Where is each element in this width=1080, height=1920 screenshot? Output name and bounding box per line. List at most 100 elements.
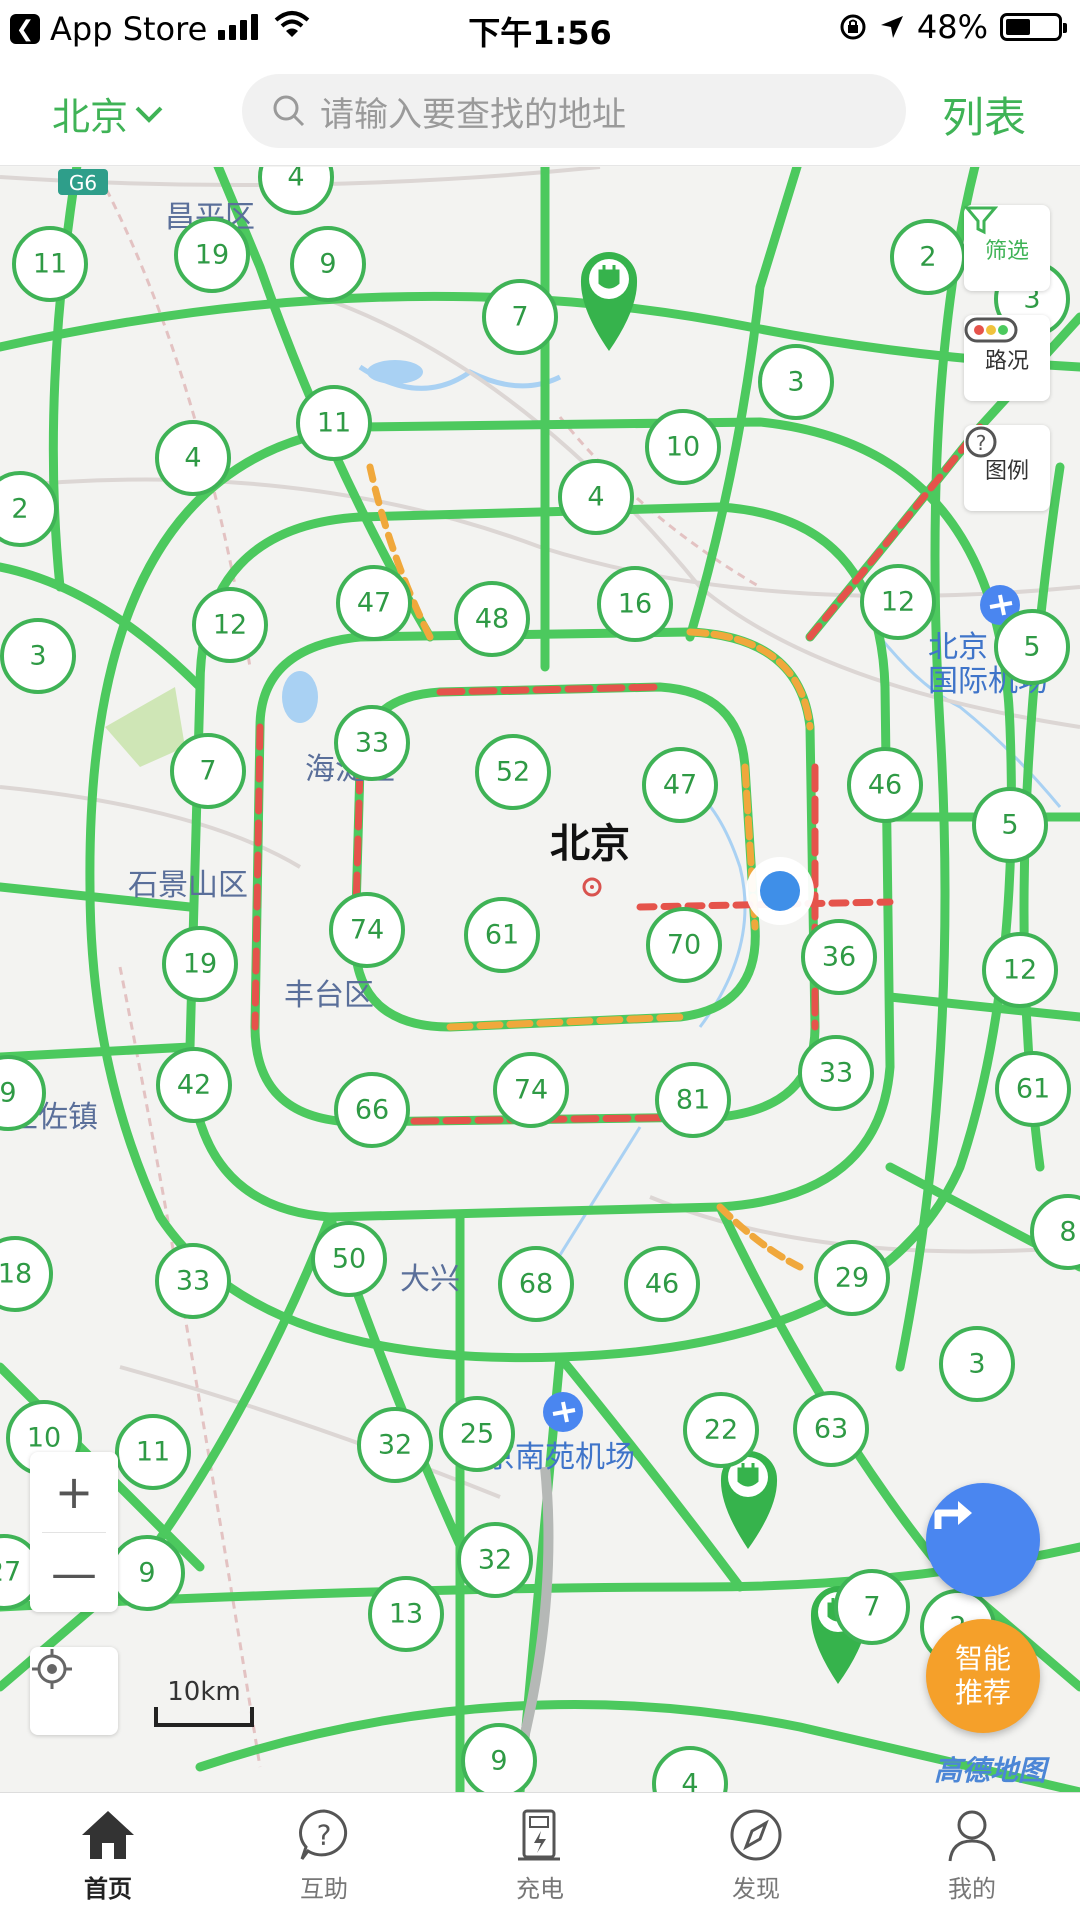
- charger-cluster-marker[interactable]: 33: [334, 705, 410, 781]
- charger-cluster-count: 4: [681, 1769, 698, 1793]
- charger-cluster-count: 12: [1003, 955, 1037, 986]
- charger-cluster-marker[interactable]: 4: [258, 167, 334, 215]
- charger-cluster-marker[interactable]: 3: [758, 344, 834, 420]
- charger-cluster-marker[interactable]: 29: [814, 1240, 890, 1316]
- tab-charge[interactable]: 充电: [432, 1793, 648, 1920]
- charger-cluster-marker[interactable]: 81: [655, 1062, 731, 1138]
- charger-cluster-marker[interactable]: 7: [834, 1569, 910, 1645]
- charger-cluster-marker[interactable]: 11: [12, 226, 88, 302]
- airport-capital-label: 北京: [928, 630, 988, 665]
- traffic-button[interactable]: 路况: [964, 315, 1050, 401]
- location-services-icon: [880, 16, 903, 38]
- charger-cluster-marker[interactable]: 7: [170, 733, 246, 809]
- charger-cluster-marker[interactable]: 18: [0, 1236, 53, 1312]
- charger-cluster-marker[interactable]: 4: [155, 420, 231, 496]
- charger-cluster-marker[interactable]: 2: [0, 471, 58, 547]
- address-search-input[interactable]: 请输入要查找的地址: [242, 74, 906, 148]
- list-view-button[interactable]: 列表: [942, 84, 1026, 145]
- charger-cluster-marker[interactable]: 12: [982, 932, 1058, 1008]
- charger-cluster-marker[interactable]: 36: [801, 919, 877, 995]
- charger-cluster-count: 12: [213, 610, 247, 641]
- charger-cluster-count: 9: [319, 249, 336, 280]
- charger-cluster-marker[interactable]: 11: [296, 385, 372, 461]
- charger-cluster-marker[interactable]: 8: [1030, 1194, 1080, 1270]
- charger-cluster-marker[interactable]: 4: [652, 1746, 728, 1793]
- charger-cluster-marker[interactable]: 9: [461, 1723, 537, 1792]
- charger-cluster-marker[interactable]: 46: [847, 747, 923, 823]
- app-root: ❮ App Store 下午1:56 48% 北京 请输入要查找的地址 列表 G…: [0, 0, 1080, 1920]
- charger-cluster-marker[interactable]: 16: [597, 566, 673, 642]
- help-icon: ?: [299, 1809, 348, 1860]
- charger-cluster-marker[interactable]: 25: [439, 1396, 515, 1472]
- charger-cluster-marker[interactable]: 19: [162, 926, 238, 1002]
- charger-cluster-marker[interactable]: 68: [498, 1246, 574, 1322]
- charger-cluster-marker[interactable]: 9: [290, 226, 366, 302]
- charger-cluster-count: 13: [389, 1599, 423, 1630]
- charger-cluster-marker[interactable]: 47: [642, 747, 718, 823]
- charger-cluster-marker[interactable]: 32: [457, 1522, 533, 1598]
- city-selector[interactable]: 北京: [52, 86, 164, 141]
- zoom-control: + —: [30, 1452, 118, 1612]
- charger-cluster-marker[interactable]: 32: [357, 1407, 433, 1483]
- charger-cluster-marker[interactable]: 12: [192, 587, 268, 663]
- charger-cluster-marker[interactable]: 33: [798, 1035, 874, 1111]
- charger-cluster-marker[interactable]: 50: [311, 1221, 387, 1297]
- locate-me-button[interactable]: [30, 1647, 118, 1735]
- charger-cluster-marker[interactable]: 48: [454, 581, 530, 657]
- tab-home[interactable]: 首页: [0, 1793, 216, 1920]
- charger-cluster-marker[interactable]: 3: [0, 618, 76, 694]
- charger-cluster-marker[interactable]: 33: [155, 1243, 231, 1319]
- charger-cluster-count: 74: [514, 1075, 548, 1106]
- tab-profile[interactable]: 我的: [864, 1793, 1080, 1920]
- charger-cluster-marker[interactable]: 19: [174, 217, 250, 293]
- charger-cluster-marker[interactable]: 4: [558, 459, 634, 535]
- charger-cluster-marker[interactable]: 74: [493, 1052, 569, 1128]
- charger-cluster-marker[interactable]: 10: [645, 409, 721, 485]
- route-planning-button[interactable]: [926, 1483, 1040, 1597]
- charger-cluster-marker[interactable]: 9: [109, 1535, 185, 1611]
- charger-cluster-count: 47: [357, 588, 391, 619]
- charger-cluster-marker[interactable]: 22: [683, 1392, 759, 1468]
- zoom-in-button[interactable]: +: [30, 1452, 118, 1532]
- charger-cluster-marker[interactable]: 2: [890, 219, 966, 295]
- charger-cluster-marker[interactable]: 46: [624, 1246, 700, 1322]
- charger-cluster-marker[interactable]: 12: [860, 564, 936, 640]
- charger-cluster-count: 9: [490, 1746, 507, 1777]
- charger-cluster-count: 4: [287, 167, 304, 193]
- charger-cluster-marker[interactable]: 66: [334, 1072, 410, 1148]
- charger-cluster-marker[interactable]: 42: [156, 1047, 232, 1123]
- airport-nanyuan-icon: [543, 1392, 583, 1432]
- smart-recommend-button[interactable]: 智能 推荐: [926, 1619, 1040, 1733]
- map-view[interactable]: G6 昌平区 海淀区 石景山区 丰台区 大兴 王佐镇 北京 北京 国际机场: [0, 167, 1080, 1792]
- smart-label-line1: 智能: [954, 1642, 1011, 1675]
- charger-cluster-marker[interactable]: 74: [329, 892, 405, 968]
- charger-cluster-count: 11: [317, 408, 351, 439]
- tab-help[interactable]: ? 互助: [216, 1793, 432, 1920]
- charger-cluster-count: 19: [183, 949, 217, 980]
- charger-cluster-marker[interactable]: 3: [939, 1326, 1015, 1402]
- charger-cluster-marker[interactable]: 13: [368, 1576, 444, 1652]
- charger-cluster-marker[interactable]: 5: [994, 609, 1070, 685]
- filter-button[interactable]: 筛选: [964, 205, 1050, 291]
- charger-cluster-marker[interactable]: 5: [972, 787, 1048, 863]
- charger-cluster-marker[interactable]: 52: [475, 734, 551, 810]
- charger-cluster-count: 70: [667, 930, 701, 961]
- legend-button[interactable]: ? 图例: [964, 425, 1050, 511]
- charger-cluster-count: 36: [822, 942, 856, 973]
- filter-icon: [964, 206, 998, 235]
- charger-cluster-marker[interactable]: 63: [793, 1391, 869, 1467]
- charger-pin-icon[interactable]: [580, 252, 638, 351]
- charger-cluster-marker[interactable]: 11: [115, 1414, 191, 1490]
- charger-cluster-count: 7: [511, 302, 528, 333]
- zoom-out-button[interactable]: —: [30, 1533, 118, 1613]
- charger-cluster-count: 63: [814, 1414, 848, 1445]
- profile-icon: [948, 1810, 996, 1862]
- charger-cluster-marker[interactable]: 7: [482, 279, 558, 355]
- district-label-fengtai: 丰台区: [284, 978, 374, 1013]
- charger-cluster-marker[interactable]: 61: [995, 1051, 1071, 1127]
- charger-cluster-marker[interactable]: 61: [464, 897, 540, 973]
- tab-home-label: 首页: [84, 1875, 132, 1903]
- charger-cluster-marker[interactable]: 47: [336, 565, 412, 641]
- tab-discover[interactable]: 发现: [648, 1793, 864, 1920]
- charger-cluster-marker[interactable]: 70: [646, 907, 722, 983]
